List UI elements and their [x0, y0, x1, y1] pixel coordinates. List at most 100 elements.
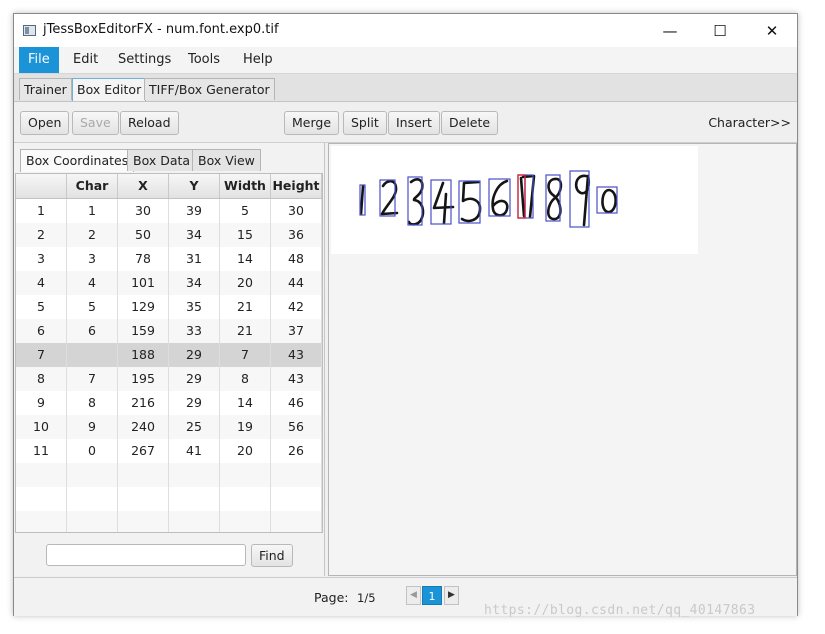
cell-index[interactable]: 2 [16, 223, 67, 247]
tab-tiff-box-generator[interactable]: TIFF/Box Generator [144, 78, 275, 100]
cell-width[interactable]: 7 [220, 343, 271, 367]
find-input[interactable] [46, 544, 246, 566]
cell-x[interactable]: 78 [118, 247, 169, 271]
cell-width[interactable]: 21 [220, 319, 271, 343]
cell-height[interactable]: 26 [271, 439, 322, 463]
cell-height[interactable]: 43 [271, 343, 322, 367]
tab-box-data[interactable]: Box Data [127, 149, 197, 171]
cell-x[interactable]: 240 [118, 415, 169, 439]
tab-trainer[interactable]: Trainer [19, 78, 72, 100]
table-row[interactable]: 2 2 50 34 15 36 [16, 223, 322, 247]
cell-height[interactable]: 44 [271, 271, 322, 295]
table-row[interactable]: 4 4 101 34 20 44 [16, 271, 322, 295]
cell-height[interactable]: 36 [271, 223, 322, 247]
cell-index[interactable]: 5 [16, 295, 67, 319]
close-button[interactable]: ✕ [749, 14, 795, 47]
prev-page-button[interactable]: ◀ [406, 586, 421, 605]
cell-char[interactable]: 0 [67, 439, 118, 463]
cell-index[interactable]: 8 [16, 367, 67, 391]
cell-char[interactable]: 4 [67, 271, 118, 295]
cell-y[interactable]: 34 [169, 271, 220, 295]
menu-tools[interactable]: Tools [179, 47, 229, 73]
cell-char[interactable] [67, 343, 118, 367]
column-header-char[interactable]: Char [67, 174, 118, 198]
column-header-x[interactable]: X [118, 174, 169, 198]
cell-index[interactable]: 6 [16, 319, 67, 343]
merge-button[interactable]: Merge [284, 111, 340, 135]
split-button[interactable]: Split [343, 111, 387, 135]
table-row[interactable]: 3 3 78 31 14 48 [16, 247, 322, 271]
minimize-button[interactable]: — [647, 14, 693, 47]
menu-settings[interactable]: Settings [109, 47, 180, 73]
tab-box-view[interactable]: Box View [192, 149, 261, 171]
cell-width[interactable]: 14 [220, 391, 271, 415]
save-button[interactable]: Save [72, 111, 119, 135]
column-header-index[interactable] [16, 174, 67, 198]
cell-x[interactable]: 129 [118, 295, 169, 319]
cell-height[interactable]: 37 [271, 319, 322, 343]
image-canvas[interactable] [331, 146, 698, 254]
cell-x[interactable]: 188 [118, 343, 169, 367]
cell-width[interactable]: 21 [220, 295, 271, 319]
cell-x[interactable]: 30 [118, 199, 169, 223]
cell-width[interactable]: 20 [220, 271, 271, 295]
cell-y[interactable]: 34 [169, 223, 220, 247]
cell-height[interactable]: 56 [271, 415, 322, 439]
cell-x[interactable]: 195 [118, 367, 169, 391]
cell-height[interactable]: 42 [271, 295, 322, 319]
cell-char[interactable]: 9 [67, 415, 118, 439]
cell-y[interactable]: 41 [169, 439, 220, 463]
table-row[interactable]: 11 0 267 41 20 26 [16, 439, 322, 463]
table-row[interactable]: 6 6 159 33 21 37 [16, 319, 322, 343]
cell-width[interactable]: 20 [220, 439, 271, 463]
cell-index[interactable]: 7 [16, 343, 67, 367]
open-button[interactable]: Open [20, 111, 70, 135]
table-row[interactable]: 9 8 216 29 14 46 [16, 391, 322, 415]
cell-x[interactable]: 216 [118, 391, 169, 415]
cell-index[interactable]: 11 [16, 439, 67, 463]
table-row[interactable]: 7 188 29 7 43 [16, 343, 322, 367]
cell-char[interactable]: 6 [67, 319, 118, 343]
menu-help[interactable]: Help [234, 47, 282, 73]
cell-y[interactable]: 31 [169, 247, 220, 271]
cell-height[interactable]: 43 [271, 367, 322, 391]
cell-height[interactable]: 30 [271, 199, 322, 223]
menu-file[interactable]: File [19, 47, 59, 73]
table-row[interactable]: 10 9 240 25 19 56 [16, 415, 322, 439]
cell-char[interactable]: 2 [67, 223, 118, 247]
cell-width[interactable]: 8 [220, 367, 271, 391]
cell-index[interactable]: 4 [16, 271, 67, 295]
cell-height[interactable]: 46 [271, 391, 322, 415]
cell-width[interactable]: 5 [220, 199, 271, 223]
tab-box-editor[interactable]: Box Editor [72, 78, 147, 101]
cell-height[interactable]: 48 [271, 247, 322, 271]
cell-char[interactable]: 1 [67, 199, 118, 223]
cell-char[interactable]: 8 [67, 391, 118, 415]
cell-y[interactable]: 25 [169, 415, 220, 439]
cell-width[interactable]: 14 [220, 247, 271, 271]
cell-y[interactable]: 35 [169, 295, 220, 319]
cell-char[interactable]: 7 [67, 367, 118, 391]
column-header-width[interactable]: Width [220, 174, 271, 198]
cell-x[interactable]: 50 [118, 223, 169, 247]
cell-char[interactable]: 3 [67, 247, 118, 271]
cell-y[interactable]: 33 [169, 319, 220, 343]
find-button[interactable]: Find [251, 544, 293, 567]
menu-edit[interactable]: Edit [64, 47, 107, 73]
table-row[interactable]: 5 5 129 35 21 42 [16, 295, 322, 319]
cell-x[interactable]: 267 [118, 439, 169, 463]
delete-button[interactable]: Delete [441, 111, 499, 135]
cell-index[interactable]: 9 [16, 391, 67, 415]
cell-index[interactable]: 1 [16, 199, 67, 223]
cell-x[interactable]: 159 [118, 319, 169, 343]
page-number-button[interactable]: 1 [422, 586, 442, 605]
cell-y[interactable]: 29 [169, 343, 220, 367]
cell-char[interactable]: 5 [67, 295, 118, 319]
tab-box-coordinates[interactable]: Box Coordinates [20, 149, 135, 172]
maximize-button[interactable]: ☐ [697, 14, 743, 47]
reload-button[interactable]: Reload [120, 111, 179, 135]
insert-button[interactable]: Insert [388, 111, 440, 135]
cell-x[interactable]: 101 [118, 271, 169, 295]
cell-index[interactable]: 10 [16, 415, 67, 439]
table-row[interactable]: 1 1 30 39 5 30 [16, 199, 322, 223]
